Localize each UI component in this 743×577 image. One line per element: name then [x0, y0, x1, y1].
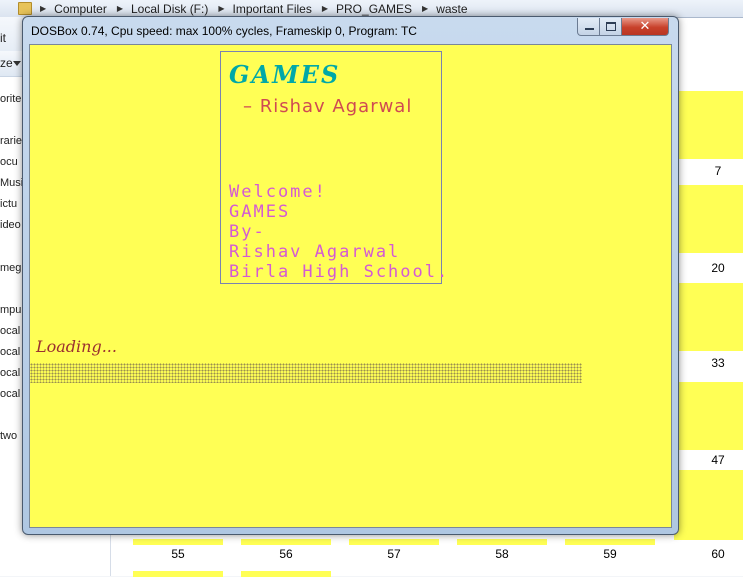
page-number: 57 [387, 547, 401, 561]
chevron-right-icon: ▶ [422, 4, 429, 13]
minimize-button[interactable] [577, 18, 601, 36]
breadcrumb-local-disk[interactable]: ▶ Local Disk (F:) [117, 2, 209, 16]
nav-item-homegroup[interactable]: meg [0, 262, 21, 274]
breadcrumb-label: Local Disk (F:) [131, 1, 209, 16]
nav-item-documents[interactable]: ocu [0, 156, 18, 168]
page-thumbnail[interactable] [565, 539, 655, 545]
nav-item-local-disk[interactable]: ocal [0, 388, 20, 400]
games-title-box: GAMES – Rishav Agarwal Welcome! GAMES By… [220, 51, 447, 284]
nav-item-network[interactable]: two [0, 430, 17, 442]
page-number: 55 [171, 547, 185, 561]
chevron-right-icon: ▶ [321, 4, 329, 13]
close-icon: ✕ [639, 19, 651, 34]
welcome-text: Welcome! GAMES By- Rishav Agarwal Birla … [229, 182, 449, 282]
breadcrumb-computer[interactable]: ▶ Computer [40, 2, 107, 16]
page-thumbnail[interactable] [674, 283, 743, 351]
page-thumbnail[interactable] [457, 539, 547, 545]
dos-screen[interactable]: GAMES – Rishav Agarwal Welcome! GAMES By… [29, 44, 672, 528]
page-number: 7 [714, 164, 722, 178]
breadcrumb-label: Important Files [232, 1, 312, 16]
chevron-right-icon: ▶ [218, 4, 225, 13]
chevron-right-icon: ▶ [40, 4, 47, 13]
organize-button[interactable]: ze [0, 56, 13, 70]
page-thumbnail[interactable] [349, 539, 439, 545]
page-number: 33 [711, 356, 725, 370]
welcome-line: By- [229, 222, 266, 242]
close-button[interactable]: ✕ [621, 18, 669, 36]
breadcrumb-label: Computer [54, 1, 107, 16]
breadcrumb-pro-games[interactable]: ▶ PRO_GAMES [322, 2, 412, 16]
loading-progress-bar [30, 363, 582, 383]
nav-item-local-disk[interactable]: ocal [0, 346, 20, 358]
page-number: 47 [711, 453, 725, 467]
nav-item-libraries[interactable]: rarie [0, 135, 22, 147]
nav-item-local-disk[interactable]: ocal [0, 325, 20, 337]
breadcrumb-label: PRO_GAMES [336, 1, 413, 16]
nav-item-pictures[interactable]: ictu [0, 198, 17, 210]
page-thumbnail[interactable] [241, 539, 331, 545]
page-number: 56 [279, 547, 293, 561]
maximize-icon [606, 22, 616, 31]
page-thumbnail[interactable] [674, 470, 743, 540]
author-line: – Rishav Agarwal [243, 96, 413, 117]
page-thumbnail[interactable] [241, 571, 331, 577]
dosbox-titlebar[interactable]: DOSBox 0.74, Cpu speed: max 100% cycles,… [23, 17, 678, 43]
welcome-line: Birla High School. [229, 262, 450, 282]
chevron-right-icon: ▶ [116, 4, 123, 13]
window-title: DOSBox 0.74, Cpu speed: max 100% cycles,… [31, 24, 417, 38]
page-number: 59 [603, 547, 617, 561]
page-thumbnail[interactable] [133, 539, 223, 545]
nav-item-music[interactable]: Musi [0, 177, 23, 189]
page-thumbnail[interactable] [674, 91, 743, 159]
page-number: 20 [711, 261, 725, 275]
welcome-line: Rishav Agarwal [229, 242, 401, 262]
nav-item-videos[interactable]: ideo [0, 219, 21, 231]
chevron-down-icon [13, 61, 21, 66]
nav-item-local-disk[interactable]: ocal [0, 367, 20, 379]
breadcrumb-important-files[interactable]: ▶ Important Files [218, 2, 312, 16]
nav-item-computer[interactable]: mpu [0, 304, 21, 316]
folder-icon [18, 2, 32, 15]
page-thumbnail[interactable] [133, 571, 223, 577]
welcome-line: Welcome! [229, 182, 327, 202]
dosbox-window: DOSBox 0.74, Cpu speed: max 100% cycles,… [22, 16, 679, 535]
minimize-icon [584, 28, 594, 30]
loading-label: Loading... [36, 337, 117, 356]
games-logo: GAMES [229, 60, 341, 89]
welcome-line: GAMES [229, 202, 291, 222]
maximize-button[interactable] [599, 18, 623, 36]
breadcrumb-waste[interactable]: ▶ waste [422, 2, 468, 16]
page-number: 58 [495, 547, 509, 561]
nav-item-favorites[interactable]: orite [0, 93, 21, 105]
page-thumbnail[interactable] [674, 185, 743, 253]
page-thumbnail[interactable] [674, 382, 743, 450]
breadcrumb-label: waste [436, 1, 468, 16]
page-number: 60 [711, 547, 725, 561]
menu-edit-fragment[interactable]: it [0, 31, 6, 45]
